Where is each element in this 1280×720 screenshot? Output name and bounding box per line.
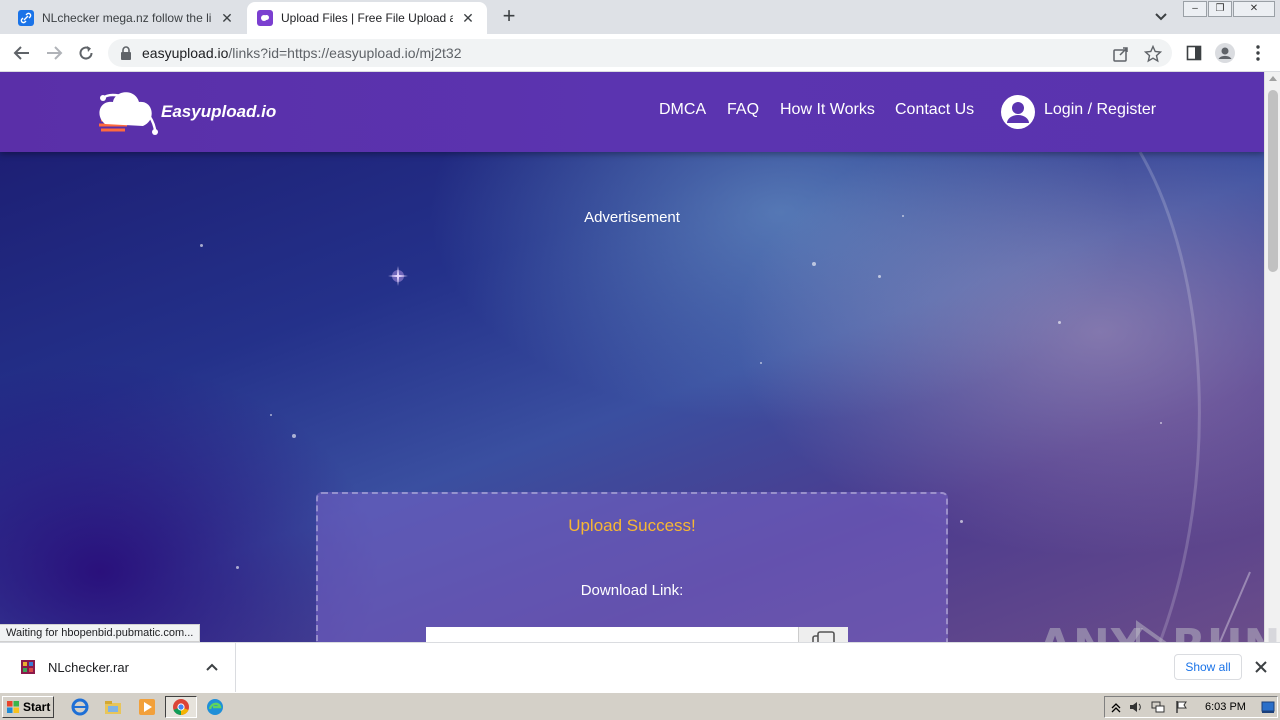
star-decoration [878,275,881,278]
chrome-taskbar-button[interactable] [165,696,197,718]
avatar-icon [1215,43,1235,63]
window-close-button[interactable]: ✕ [1233,1,1275,17]
restore-button[interactable]: ❐ [1208,1,1232,17]
download-item[interactable]: NLchecker.rar [0,643,236,692]
star-decoration [960,520,963,523]
chrome-icon [173,699,189,716]
nav-contact-us[interactable]: Contact Us [895,101,974,119]
new-tab-button[interactable]: + [498,5,520,28]
page-viewport: Easyupload.io DMCA FAQ How It Works Cont… [0,72,1264,642]
menu-button[interactable] [1248,43,1268,63]
star-decoration [760,362,762,364]
reload-button[interactable] [75,42,97,64]
link-icon [18,10,34,26]
scrollbar-thumb[interactable] [1268,90,1278,272]
media-player-icon[interactable] [138,698,156,716]
star-decoration [292,434,296,438]
copy-icon [812,631,835,642]
star-decoration [812,262,816,266]
nav-dmca[interactable]: DMCA [659,101,706,119]
flag-icon[interactable] [1175,700,1189,714]
tab-title: NLchecker mega.nz follow the link — [42,11,212,25]
star-icon[interactable] [1144,45,1162,63]
sparkle-decoration [388,266,408,286]
upload-success-card: Upload Success! Download Link: [316,492,948,642]
download-filename: NLchecker.rar [48,660,129,675]
side-panel-button[interactable] [1184,43,1204,63]
winrar-archive-icon [21,660,35,674]
browser-toolbar: easyupload.io /links?id=https://easyuplo… [0,34,1280,72]
show-desktop-icon[interactable] [1261,700,1275,714]
reload-icon [79,46,93,60]
edge-icon[interactable] [206,698,224,716]
advertisement-label: Advertisement [584,209,680,226]
chevron-up-icon[interactable] [1109,700,1123,714]
profile-button[interactable] [1215,43,1235,63]
nav-login-register[interactable]: Login / Register [1044,101,1156,119]
back-button[interactable] [11,42,33,64]
chevron-up-icon[interactable] [205,660,219,674]
tab-easyupload[interactable]: Upload Files | Free File Upload and T ✕ [247,2,487,34]
logo-text: Easyupload.io [161,102,277,121]
copy-link-button[interactable] [798,627,848,642]
easyupload-favicon-icon [257,10,273,26]
start-button[interactable]: Start [2,696,54,718]
star-decoration [236,566,239,569]
upload-success-title: Upload Success! [568,516,696,535]
windows-logo-icon [7,701,19,713]
network-icon[interactable] [1151,700,1165,714]
forward-button[interactable] [43,42,65,64]
page-scrollbar[interactable] [1264,72,1280,642]
side-panel-icon [1186,45,1202,61]
start-label: Start [23,700,51,714]
star-decoration [1058,321,1061,324]
nav-faq[interactable]: FAQ [727,101,759,119]
chevron-down-icon[interactable] [1151,8,1171,26]
status-bubble: Waiting for hbopenbid.pubmatic.com... [0,624,201,642]
file-explorer-icon[interactable] [104,698,122,716]
show-all-button[interactable]: Show all [1174,654,1242,680]
scroll-up-icon[interactable] [1269,76,1277,81]
star-decoration [270,414,272,416]
star-decoration [200,244,203,247]
user-avatar[interactable] [1001,95,1035,129]
kebab-menu-icon [1256,45,1260,61]
system-tray: 6:03 PM [1104,696,1278,718]
speaker-icon[interactable] [1129,700,1143,714]
tab-title: Upload Files | Free File Upload and T [281,11,453,25]
nav-how-it-works[interactable]: How It Works [780,101,875,119]
download-link-label: Download Link: [580,582,684,599]
internet-explorer-icon[interactable] [71,698,89,716]
close-icon[interactable] [1253,659,1269,675]
clock: 6:03 PM [1205,701,1246,713]
close-icon[interactable]: ✕ [218,9,236,27]
windows-taskbar: Start 6:03 PM [0,692,1280,720]
tab-strip: NLchecker mega.nz follow the link — ✕ Up… [0,0,1280,34]
url-path: /links?id=https://easyupload.io/mj2t32 [228,45,462,61]
download-shelf: NLchecker.rar Show all [0,642,1280,692]
user-icon [1007,102,1029,123]
url-domain: easyupload.io [142,45,229,61]
address-bar[interactable]: easyupload.io /links?id=https://easyuplo… [108,39,1172,67]
close-icon[interactable]: ✕ [459,9,477,27]
share-icon[interactable] [1112,45,1130,63]
tab-nlchecker[interactable]: NLchecker mega.nz follow the link — ✕ [8,2,246,34]
arrow-left-icon [13,46,29,60]
arrow-right-icon [47,46,63,60]
lock-icon [121,46,131,60]
site-header: Easyupload.io DMCA FAQ How It Works Cont… [0,72,1264,152]
minimize-button[interactable]: ‒ [1183,1,1207,17]
download-link-input[interactable] [426,627,800,642]
